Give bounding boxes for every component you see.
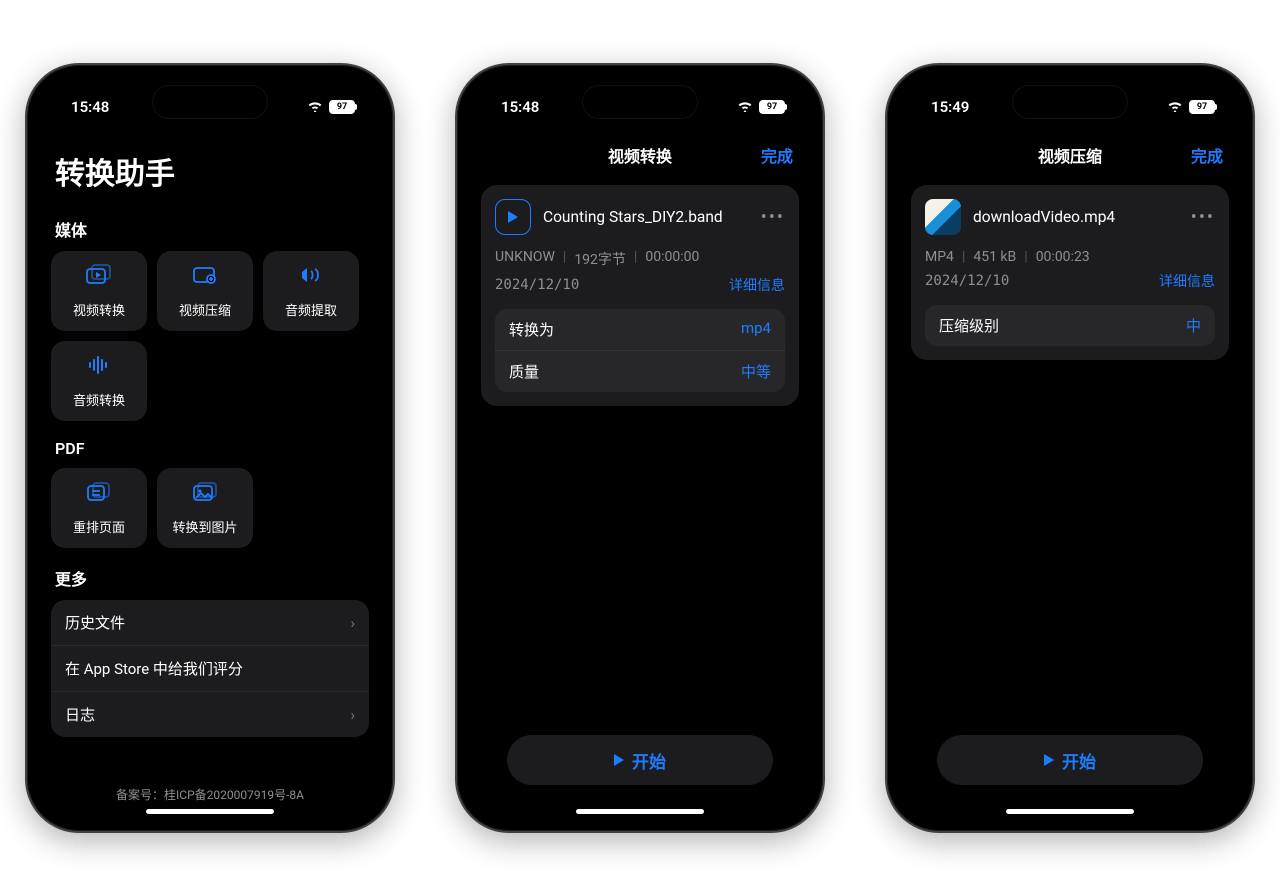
- phone-screen-2: 15:48 97 视频转换 完成 Counting Stars_DIY2.ban…: [467, 75, 813, 821]
- wifi-icon: [737, 98, 753, 116]
- battery-icon: 97: [329, 100, 355, 114]
- option-convert-to[interactable]: 转换为 mp4: [495, 309, 785, 351]
- battery-icon: 97: [759, 100, 785, 114]
- page-title: 转换助手: [55, 149, 365, 193]
- phone-screen-1: 15:48 97 转换助手 媒体 视频转换 视频压缩 音频提: [37, 75, 383, 821]
- tile-label: 重排页面: [73, 517, 125, 536]
- meta-date: 2024/12/10: [495, 277, 579, 293]
- status-time: 15:49: [931, 98, 969, 116]
- detail-link[interactable]: 详细信息: [1159, 271, 1215, 291]
- done-button[interactable]: 完成: [761, 143, 793, 167]
- option-label: 转换为: [509, 319, 554, 340]
- icp-footer: 备案号：桂ICP备2020007919号-8A: [37, 786, 383, 803]
- start-label: 开始: [632, 748, 666, 773]
- file-name: Counting Stars_DIY2.band: [543, 208, 749, 226]
- status-time: 15:48: [501, 98, 539, 116]
- list-item-label: 日志: [65, 704, 95, 725]
- home-indicator: [146, 809, 274, 814]
- phone-frame-2: 15:48 97 视频转换 完成 Counting Stars_DIY2.ban…: [455, 63, 825, 833]
- play-icon: [1044, 754, 1054, 766]
- tile-audio-extract[interactable]: 音频提取: [263, 251, 359, 331]
- done-button[interactable]: 完成: [1191, 143, 1223, 167]
- audio-extract-icon: [298, 264, 324, 292]
- phone-screen-3: 15:49 97 视频压缩 完成 downloadVideo.mp4 ••• M…: [897, 75, 1243, 821]
- option-label: 压缩级别: [939, 315, 999, 336]
- option-value: mp4: [741, 319, 771, 340]
- nav-title: 视频压缩: [1038, 143, 1102, 167]
- section-label-media: 媒体: [55, 217, 365, 241]
- meta-format: UNKNOW: [495, 249, 555, 269]
- option-label: 质量: [509, 361, 539, 382]
- phone-frame-3: 15:49 97 视频压缩 完成 downloadVideo.mp4 ••• M…: [885, 63, 1255, 833]
- meta-format: MP4: [925, 249, 954, 265]
- section-label-more: 更多: [55, 566, 365, 590]
- more-icon[interactable]: •••: [1191, 207, 1215, 228]
- home-indicator: [1006, 809, 1134, 814]
- file-thumbnail[interactable]: [495, 199, 531, 235]
- list-item-label: 在 App Store 中给我们评分: [65, 658, 243, 679]
- meta-duration: 00:00:23: [1036, 249, 1090, 265]
- tile-audio-convert[interactable]: 音频转换: [51, 341, 147, 421]
- tile-video-convert[interactable]: 视频转换: [51, 251, 147, 331]
- start-label: 开始: [1062, 748, 1096, 773]
- chevron-right-icon: ›: [350, 706, 355, 724]
- meta-date: 2024/12/10: [925, 273, 1009, 289]
- tile-reorder-pages[interactable]: 重排页面: [51, 468, 147, 548]
- dynamic-island: [1012, 85, 1128, 119]
- tile-to-image[interactable]: 转换到图片: [157, 468, 253, 548]
- meta-size: 192字节: [574, 249, 626, 269]
- play-icon: [508, 211, 518, 223]
- tile-label: 视频压缩: [179, 300, 231, 319]
- home-indicator: [576, 809, 704, 814]
- phone-frame-1: 15:48 97 转换助手 媒体 视频转换 视频压缩 音频提: [25, 63, 395, 833]
- wifi-icon: [1167, 98, 1183, 116]
- file-thumbnail[interactable]: [925, 199, 961, 235]
- wifi-icon: [307, 98, 323, 116]
- list-item-label: 历史文件: [65, 612, 125, 633]
- dynamic-island: [152, 85, 268, 119]
- tile-label: 音频转换: [73, 390, 125, 409]
- audio-convert-icon: [86, 354, 112, 382]
- status-time: 15:48: [71, 98, 109, 116]
- more-history[interactable]: 历史文件 ›: [51, 600, 369, 646]
- reorder-pages-icon: [86, 481, 112, 509]
- tile-video-compress[interactable]: 视频压缩: [157, 251, 253, 331]
- chevron-right-icon: ›: [350, 614, 355, 632]
- section-label-pdf: PDF: [55, 439, 365, 458]
- nav-title: 视频转换: [608, 143, 672, 167]
- option-quality[interactable]: 质量 中等: [495, 351, 785, 392]
- start-button[interactable]: 开始: [507, 735, 773, 785]
- tile-label: 音频提取: [285, 300, 337, 319]
- tile-label: 视频转换: [73, 300, 125, 319]
- option-compress-level[interactable]: 压缩级别 中: [925, 305, 1215, 346]
- tile-label: 转换到图片: [172, 517, 237, 536]
- meta-duration: 00:00:00: [645, 249, 699, 269]
- more-icon[interactable]: •••: [761, 207, 785, 228]
- battery-icon: 97: [1189, 100, 1215, 114]
- option-value: 中: [1186, 315, 1201, 336]
- dynamic-island: [582, 85, 698, 119]
- play-icon: [614, 754, 624, 766]
- detail-link[interactable]: 详细信息: [729, 275, 785, 295]
- start-button[interactable]: 开始: [937, 735, 1203, 785]
- file-card: Counting Stars_DIY2.band ••• UNKNOW| 192…: [481, 185, 799, 406]
- to-image-icon: [192, 481, 218, 509]
- file-name: downloadVideo.mp4: [973, 208, 1179, 226]
- option-value: 中等: [741, 361, 771, 382]
- meta-size: 451 kB: [973, 249, 1016, 265]
- file-card: downloadVideo.mp4 ••• MP4| 451 kB| 00:00…: [911, 185, 1229, 360]
- video-convert-icon: [86, 264, 112, 292]
- more-rate-appstore[interactable]: 在 App Store 中给我们评分: [51, 646, 369, 692]
- video-compress-icon: [192, 264, 218, 292]
- more-logs[interactable]: 日志 ›: [51, 692, 369, 737]
